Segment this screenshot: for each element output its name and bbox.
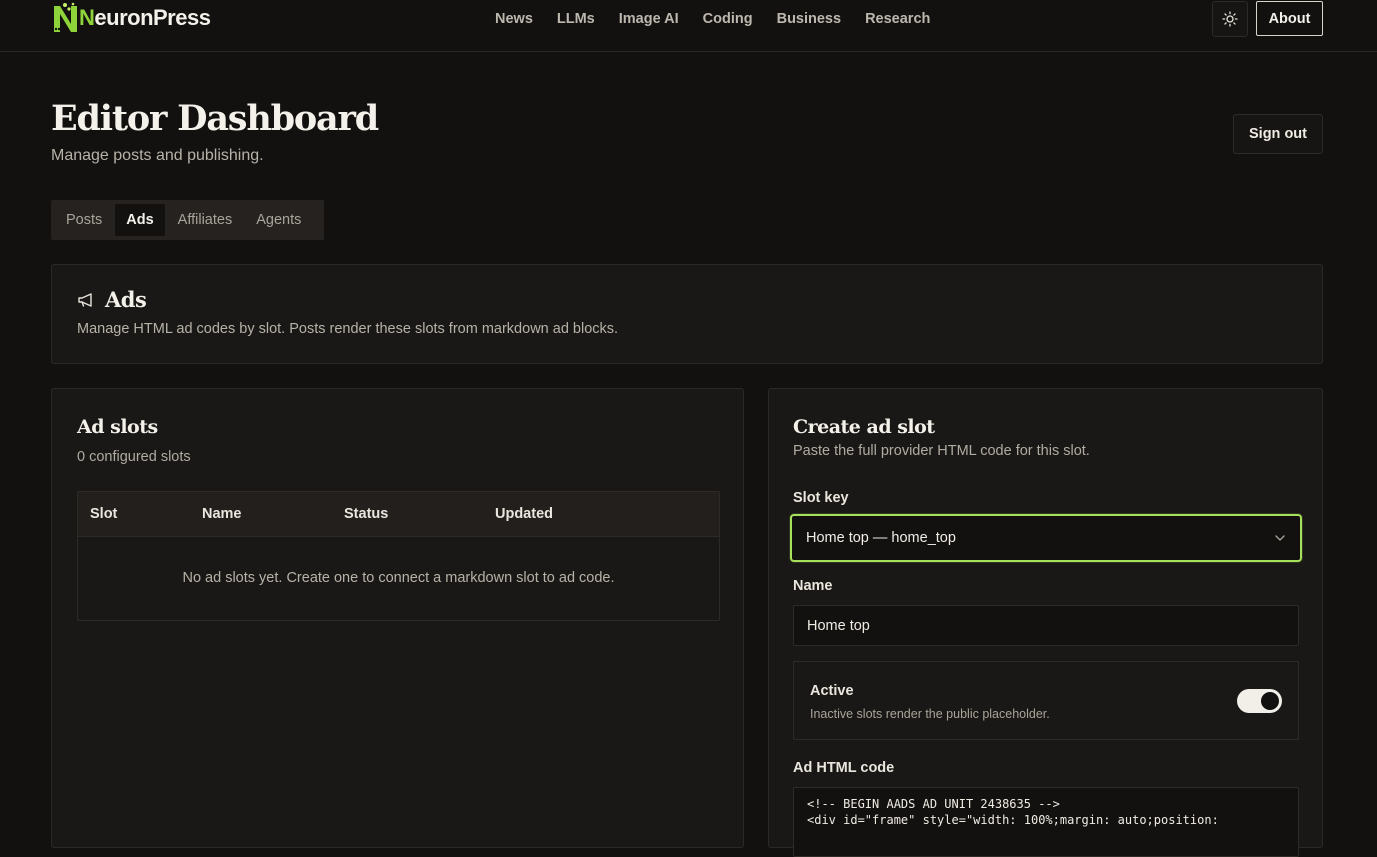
sign-out-button[interactable]: Sign out [1233, 114, 1323, 154]
megaphone-icon [78, 292, 92, 307]
table-header: Slot Name Status Updated [78, 492, 719, 537]
nav-link-research[interactable]: Research [853, 11, 942, 27]
create-ad-slot-subtitle: Paste the full provider HTML code for th… [793, 443, 1090, 459]
ad-html-code-textarea[interactable]: <!-- BEGIN AADS AD UNIT 2438635 --> <div … [793, 787, 1299, 857]
about-button[interactable]: About [1256, 1, 1323, 36]
code-line: <div id="frame" style="width: 100%;margi… [807, 813, 1219, 827]
column-header-updated: Updated [495, 506, 553, 522]
column-header-slot: Slot [90, 506, 118, 522]
ads-section-description: Manage HTML ad codes by slot. Posts rend… [77, 321, 619, 337]
toggle-knob [1261, 692, 1279, 710]
brand-name: NeuronPress [79, 5, 211, 30]
top-navbar: NeuronPress News LLMs Image AI Coding Bu… [0, 0, 1377, 52]
main-nav: News LLMs Image AI Coding Business Resea… [483, 0, 942, 38]
tab-affiliates[interactable]: Affiliates [167, 204, 244, 236]
active-setting: Active Inactive slots render the public … [793, 661, 1299, 740]
ad-slots-card: Ad slots 0 configured slots Slot Name St… [51, 388, 744, 848]
create-ad-slot-card: Create ad slot Paste the full provider H… [768, 388, 1323, 857]
nav-link-news[interactable]: News [483, 11, 545, 27]
name-input[interactable]: Home top [793, 605, 1299, 646]
tab-ads[interactable]: Ads [115, 204, 165, 236]
nav-link-business[interactable]: Business [765, 11, 853, 27]
tab-posts[interactable]: Posts [55, 204, 113, 236]
create-ad-slot-title: Create ad slot [793, 416, 935, 438]
brand-logo[interactable]: NeuronPress [51, 0, 211, 36]
nav-link-coding[interactable]: Coding [691, 11, 765, 27]
active-label: Active [810, 683, 854, 699]
dashboard-tabs: Posts Ads Affiliates Agents [51, 200, 324, 240]
ad-slots-count: 0 configured slots [77, 449, 191, 465]
theme-toggle-button[interactable] [1212, 1, 1248, 37]
page-subtitle: Manage posts and publishing. [51, 147, 264, 164]
tab-agents[interactable]: Agents [245, 204, 312, 236]
page-title: Editor Dashboard [51, 98, 379, 139]
ad-slots-title: Ad slots [77, 416, 158, 438]
slot-key-label: Slot key [793, 490, 849, 506]
empty-state-message: No ad slots yet. Create one to connect a… [182, 570, 615, 586]
neuron-logo-icon [54, 2, 77, 32]
nav-link-llms[interactable]: LLMs [545, 11, 607, 27]
ads-section-title: Ads [105, 287, 147, 312]
slot-key-select[interactable]: Home top — home_top [790, 514, 1302, 562]
name-label: Name [793, 578, 833, 594]
code-line: <!-- BEGIN AADS AD UNIT 2438635 --> [807, 797, 1060, 811]
slot-key-value: Home top — home_top [806, 530, 956, 546]
ads-section-card: Ads Manage HTML ad codes by slot. Posts … [51, 264, 1323, 364]
column-header-status: Status [344, 506, 389, 522]
column-header-name: Name [202, 506, 242, 522]
nav-link-image-ai[interactable]: Image AI [607, 11, 691, 27]
ad-slots-table: Slot Name Status Updated No ad slots yet… [77, 491, 720, 621]
active-toggle[interactable] [1237, 689, 1282, 713]
ad-html-code-label: Ad HTML code [793, 760, 895, 776]
chevron-down-icon [1275, 535, 1285, 541]
active-hint: Inactive slots render the public placeho… [810, 707, 1050, 721]
sun-icon [1222, 11, 1238, 27]
ads-section-heading: Ads [77, 287, 147, 312]
